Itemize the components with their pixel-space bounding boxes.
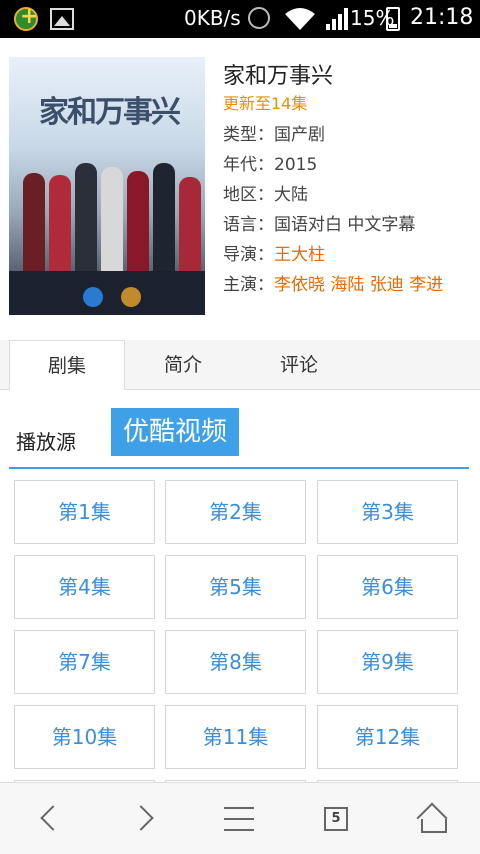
poster-figure (101, 167, 123, 271)
episode-button[interactable]: 第7集 (14, 630, 155, 694)
info-value: 大陆 (274, 185, 308, 205)
tabs-button[interactable]: 5 (288, 783, 384, 854)
poster-logo (121, 287, 141, 307)
poster-figure (49, 175, 71, 271)
show-title: 家和万事兴 (223, 64, 334, 89)
source-youku-button[interactable]: 优酷视频 (111, 408, 239, 456)
info-row-director: 导演：王大柱 (223, 240, 325, 265)
tabs-icon: 5 (324, 807, 348, 831)
show-info: 家和万事兴 家和万事兴 更新至14集 类型：国产剧 年代：2015 地区：大陆 … (0, 38, 480, 340)
home-button[interactable] (384, 783, 480, 854)
battery-icon (386, 7, 400, 31)
episode-button[interactable]: 第10集 (14, 705, 155, 769)
info-key: 地区： (223, 185, 274, 205)
bottom-nav: 5 (0, 782, 480, 854)
forward-button[interactable] (96, 783, 192, 854)
status-bar: 0KB/s 15% 21:18 (0, 0, 480, 38)
play-source: 播放源 优酷视频 (0, 390, 480, 470)
poster-logo (83, 287, 103, 307)
clock: 21:18 (410, 5, 474, 30)
director-link[interactable]: 王大柱 (274, 245, 325, 265)
game-icon (14, 4, 38, 31)
signal-icon (326, 8, 348, 30)
network-speed: 0KB/s (184, 6, 241, 30)
tab-comments[interactable]: 评论 (241, 340, 357, 390)
back-chevron-icon (40, 805, 66, 831)
tab-episodes[interactable]: 剧集 (9, 340, 125, 391)
poster-figure (127, 171, 149, 271)
cast-links[interactable]: 李依晓 海陆 张迪 李进 (274, 275, 443, 295)
poster-title: 家和万事兴 (39, 95, 181, 130)
home-icon (418, 805, 447, 833)
info-value: 国产剧 (274, 125, 325, 145)
forward-chevron-icon (128, 805, 154, 831)
info-value: 国语对白 中文字幕 (274, 215, 416, 235)
detail-tabs: 剧集 简介 评论 (0, 340, 480, 391)
source-label: 播放源 (16, 430, 76, 454)
info-key: 语言： (223, 215, 274, 235)
poster-credits (9, 271, 205, 315)
episode-grid: 第1集 第2集 第3集 第4集 第5集 第6集 第7集 第8集 第9集 第10集… (0, 470, 480, 782)
poster-figure (75, 163, 97, 271)
menu-button[interactable] (192, 783, 288, 854)
episode-button[interactable]: 第1集 (14, 480, 155, 544)
image-icon (50, 8, 74, 30)
episode-button[interactable]: 第12集 (317, 705, 458, 769)
info-key: 年代： (223, 155, 274, 175)
episode-button[interactable]: 第3集 (317, 480, 458, 544)
episode-button[interactable]: 第2集 (165, 480, 306, 544)
info-key: 主演： (223, 275, 274, 295)
info-row-language: 语言：国语对白 中文字幕 (223, 210, 415, 235)
episode-button[interactable]: 第5集 (165, 555, 306, 619)
episode-button[interactable]: 第11集 (165, 705, 306, 769)
poster-figure (23, 173, 45, 271)
source-divider (9, 467, 469, 469)
info-row-cast: 主演：李依晓 海陆 张迪 李进 (223, 270, 443, 295)
episode-button[interactable]: 第6集 (317, 555, 458, 619)
menu-icon (224, 807, 254, 831)
episode-button[interactable]: 第8集 (165, 630, 306, 694)
info-row-region: 地区：大陆 (223, 180, 308, 205)
episode-button[interactable]: 第9集 (317, 630, 458, 694)
poster-image[interactable]: 家和万事兴 (9, 57, 205, 315)
alarm-icon (248, 7, 270, 29)
info-value: 2015 (274, 155, 318, 175)
tab-synopsis[interactable]: 简介 (125, 340, 241, 390)
info-key: 导演： (223, 245, 274, 265)
wifi-icon (285, 8, 315, 30)
info-row-year: 年代：2015 (223, 150, 317, 175)
info-key: 类型： (223, 125, 274, 145)
poster-figure (153, 163, 175, 271)
poster-figure (179, 177, 201, 271)
info-row-genre: 类型：国产剧 (223, 120, 325, 145)
episode-button[interactable]: 第4集 (14, 555, 155, 619)
update-status: 更新至14集 (223, 94, 308, 113)
back-button[interactable] (0, 783, 96, 854)
